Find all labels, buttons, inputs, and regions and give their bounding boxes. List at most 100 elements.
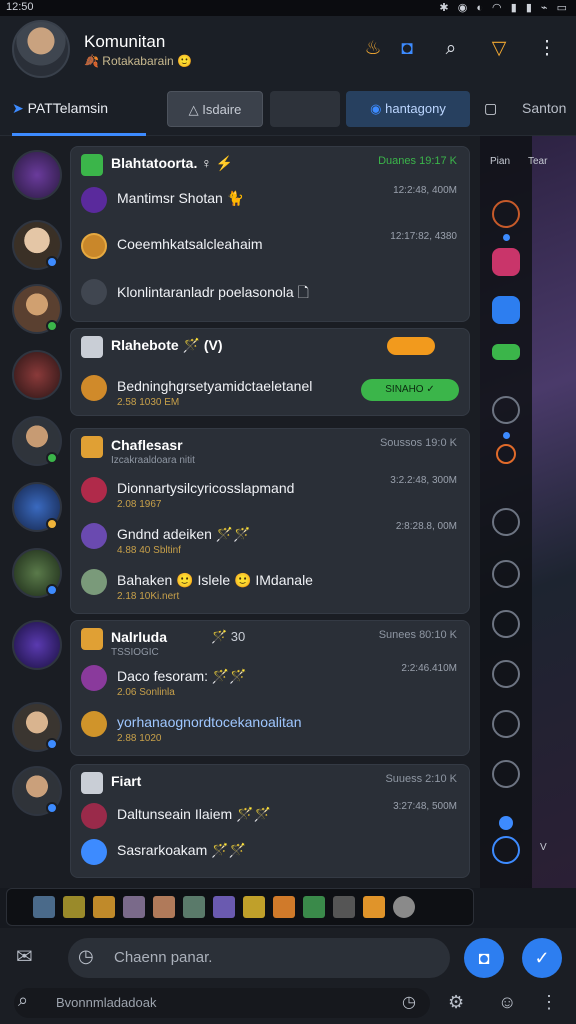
search-input[interactable]: ⌕ Bvonnmladadoak ◷ — [14, 988, 430, 1018]
status-icons: ✱ ◉ ◐ ◠ ▮ ▮ ⌁ ▭ — [439, 2, 570, 14]
chat-card[interactable]: Nalrluda TSSIOGIC 🪄 30 Sunees 80:10 K Da… — [70, 620, 470, 756]
message-text: Bahaken 🙂 Islele 🙂 IMdanale — [117, 572, 313, 588]
send-button[interactable]: ✓ — [522, 938, 562, 978]
more-icon[interactable]: ⋮ — [540, 992, 558, 1013]
list-item[interactable]: Klonlintaranladr poelasonola 🗋 — [79, 275, 463, 317]
tab-hantagony[interactable]: ◉ hantagony — [346, 91, 470, 127]
sticker-bar — [6, 888, 474, 926]
list-item[interactable]: Sasrarkoakam 🪄🪄 — [79, 835, 463, 877]
sticker-icon[interactable] — [243, 896, 265, 918]
sticker-icon[interactable] — [363, 896, 385, 918]
list-item[interactable]: Gndnd adeiken 🪄🪄 4.88 40 Sbltinf 2:8:28.… — [79, 519, 463, 561]
list-item[interactable]: Mantimsr Shotan 🐈 12:2:48, 400M — [79, 183, 463, 225]
search-icon[interactable]: ⌕ — [438, 36, 464, 62]
search-icon: ⌕ — [18, 990, 29, 1010]
record-icon[interactable] — [496, 444, 516, 464]
badge-icon[interactable]: ▽ — [486, 36, 512, 62]
message-text: Daltunseain Ilaiem 🪄🪄 — [117, 806, 271, 822]
message-text: Mantimsr Shotan 🐈 — [117, 190, 245, 206]
tab-isdaire[interactable]: △ Isdaire — [167, 91, 263, 127]
list-item[interactable]: Daco fesoram: 🪄🪄 2.06 Sonlinla 2:2:46.41… — [79, 661, 463, 703]
input-placeholder: Chaenn panar. — [114, 949, 213, 966]
camera-icon[interactable]: ◘ — [394, 36, 420, 62]
settings-icon[interactable]: ⚙ — [448, 992, 464, 1013]
list-item[interactable]: yorhanaognordtocekanoalitan 2.88 1020 — [79, 707, 463, 749]
avatar[interactable] — [12, 620, 62, 670]
sticker-icon[interactable] — [63, 896, 85, 918]
timer-icon[interactable]: ◷ — [402, 992, 416, 1012]
chat-card[interactable]: Chaflesasr Izcakraaldoara nitit Soussos … — [70, 428, 470, 614]
avatar[interactable] — [12, 150, 62, 200]
list-item[interactable]: Coeemhkatsalcleahaim 12:17:82, 4380 — [79, 229, 463, 271]
toggle-icon[interactable] — [492, 344, 520, 360]
tab-empty[interactable] — [270, 91, 340, 127]
emoji-icon[interactable]: ☺ — [498, 992, 516, 1013]
sticker-icon[interactable] — [333, 896, 355, 918]
sticker-icon[interactable] — [33, 896, 55, 918]
message-text: Gndnd adeiken 🪄🪄 — [117, 526, 251, 542]
status-bar: 12:50 ✱ ◉ ◐ ◠ ▮ ▮ ⌁ ▭ — [0, 0, 576, 16]
user-icon — [81, 711, 107, 737]
avatar[interactable] — [12, 350, 62, 400]
status-badge[interactable] — [387, 337, 435, 355]
tab-bar: ➤ PATTelamsin △ Isdaire ◉ hantagony ▢ Sa… — [0, 84, 576, 136]
mail-icon[interactable]: ✉ — [16, 944, 33, 969]
chat-card[interactable]: Fiart Suuess 2:10 K Daltunseain Ilaiem 🪄… — [70, 764, 470, 878]
circle-icon: ◉ — [370, 101, 386, 116]
user-icon — [81, 569, 107, 595]
tab-pattelamsin[interactable]: ➤ PATTelamsin — [12, 100, 108, 117]
status-time: 12:50 — [6, 1, 34, 13]
list-item[interactable]: Dionnartysilcyricosslapmand 2.08 1967 3:… — [79, 473, 463, 515]
app-icon[interactable] — [492, 248, 520, 276]
circle-icon[interactable] — [492, 710, 520, 738]
sticker-icon[interactable] — [93, 896, 115, 918]
circle-icon[interactable] — [492, 610, 520, 638]
user-icon — [81, 187, 107, 213]
sticker-icon[interactable] — [213, 896, 235, 918]
sticker-icon[interactable] — [273, 896, 295, 918]
message-input[interactable]: ◷ Chaenn panar. — [68, 938, 450, 978]
message-text: yorhanaognordtocekanoalitan — [117, 714, 302, 730]
page-subtitle: 🍂 Rotakabarain 🙂 — [84, 54, 192, 68]
play-icon[interactable] — [492, 396, 520, 424]
list-item[interactable]: Bedninghgrsetyamidctaeletanel 2.58 1030 … — [79, 371, 349, 413]
flame-icon[interactable]: ♨ — [360, 36, 386, 62]
sticker-icon[interactable] — [123, 896, 145, 918]
chat-card[interactable]: Blahtatoorta. ♀ ⚡ Duanes 19:17 K Mantims… — [70, 146, 470, 322]
cube-icon — [81, 336, 103, 358]
user-icon — [81, 279, 107, 305]
chat-card[interactable]: Rlahebote 🪄 (V) Bedninghgrsetyamidctaele… — [70, 328, 470, 416]
cube-icon — [81, 772, 103, 794]
sticker-icon[interactable] — [393, 896, 415, 918]
confirm-badge[interactable]: SINAHO ✓ — [361, 379, 459, 401]
profile-avatar[interactable] — [12, 20, 70, 78]
close-circle-icon[interactable] — [492, 508, 520, 536]
indicator-dot — [499, 816, 513, 830]
chat-list: Blahtatoorta. ♀ ⚡ Duanes 19:17 K Mantims… — [0, 136, 480, 888]
camera-button[interactable]: ◘ — [464, 938, 504, 978]
blue-ring-icon[interactable] — [492, 836, 520, 864]
card-title: Chaflesasr — [111, 437, 183, 453]
message-text: Coeemhkatsalcleahaim — [117, 236, 263, 252]
tab-square[interactable]: ▢ — [484, 100, 497, 117]
list-item[interactable]: Bahaken 🙂 Islele 🙂 IMdanale 2.18 10Ki.ne… — [79, 565, 463, 607]
message-time: 12:2:48, 400M — [393, 185, 457, 196]
sticker-icon[interactable] — [183, 896, 205, 918]
online-badge — [46, 802, 58, 814]
circle-icon[interactable] — [492, 560, 520, 588]
user-icon — [81, 665, 107, 691]
panel-label: Tear — [528, 156, 548, 167]
tab-santon[interactable]: Santon — [522, 100, 566, 116]
fire-icon[interactable] — [492, 200, 520, 228]
circle-icon[interactable] — [492, 760, 520, 788]
sticker-icon[interactable] — [303, 896, 325, 918]
sticker-icon[interactable] — [153, 896, 175, 918]
panel-mini-label: V — [540, 842, 547, 853]
circle-icon[interactable] — [492, 660, 520, 688]
group-icon — [81, 154, 103, 176]
app-icon[interactable] — [492, 296, 520, 324]
online-badge — [46, 518, 58, 530]
search-placeholder: Bvonnmladadoak — [56, 995, 157, 1010]
more-icon[interactable]: ⋮ — [534, 36, 560, 62]
online-badge — [46, 320, 58, 332]
